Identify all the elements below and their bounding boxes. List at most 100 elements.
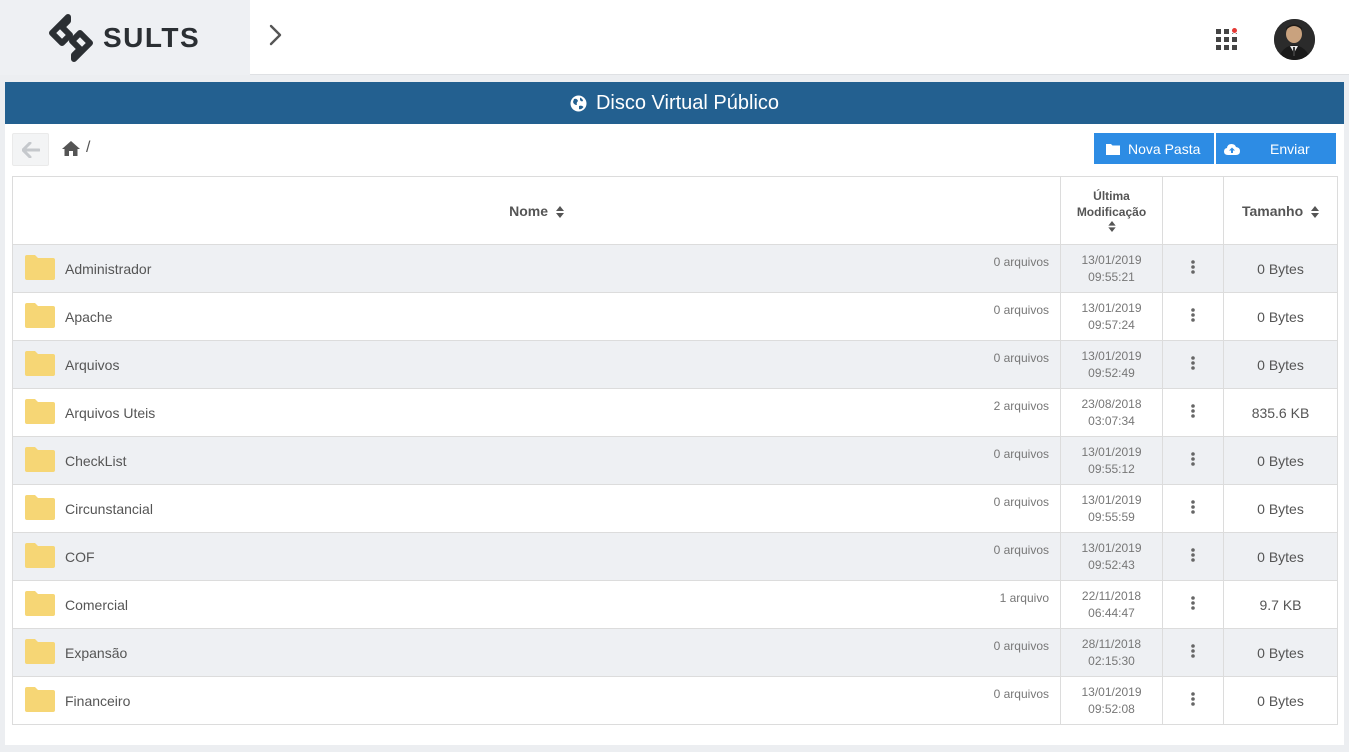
modified-cell: 13/01/2019 09:57:24: [1060, 292, 1163, 341]
file-name[interactable]: Apache: [65, 309, 112, 325]
file-name[interactable]: Arquivos: [65, 357, 119, 373]
file-name[interactable]: COF: [65, 549, 95, 565]
more-vertical-icon: [1191, 260, 1195, 274]
row-menu-button[interactable]: [1162, 628, 1224, 677]
apps-grid-icon[interactable]: [1216, 27, 1238, 51]
table-row[interactable]: Comercial 1 arquivo 22/11/2018 06:44:47 …: [12, 580, 1338, 629]
file-name-cell[interactable]: Circunstancial 0 arquivos: [12, 484, 1061, 533]
table-row[interactable]: CheckList 0 arquivos 13/01/2019 09:55:12…: [12, 436, 1338, 485]
modified-cell: 13/01/2019 09:55:12: [1060, 436, 1163, 485]
folder-icon: [1106, 143, 1120, 155]
row-menu-button[interactable]: [1162, 244, 1224, 293]
file-count: 0 arquivos: [993, 687, 1049, 701]
file-name[interactable]: Expansão: [65, 645, 127, 661]
file-name-cell[interactable]: CheckList 0 arquivos: [12, 436, 1061, 485]
size-cell: 0 Bytes: [1223, 340, 1338, 389]
logo[interactable]: SULTS: [0, 0, 250, 75]
folder-icon: [25, 255, 55, 280]
arrow-left-icon: [21, 141, 40, 158]
file-name-cell[interactable]: Apache 0 arquivos: [12, 292, 1061, 341]
table-row[interactable]: Arquivos 0 arquivos 13/01/2019 09:52:49 …: [12, 340, 1338, 389]
row-menu-button[interactable]: [1162, 580, 1224, 629]
file-name[interactable]: Circunstancial: [65, 501, 153, 517]
modified-time: 03:07:34: [1088, 413, 1135, 428]
more-vertical-icon: [1191, 644, 1195, 658]
sort-icon: [1311, 205, 1320, 218]
column-name-label: Nome: [509, 202, 548, 219]
user-avatar[interactable]: [1274, 19, 1315, 60]
size-cell: 835.6 KB: [1223, 388, 1338, 437]
modified-time: 02:15:30: [1088, 653, 1135, 668]
row-menu-button[interactable]: [1162, 436, 1224, 485]
back-button[interactable]: [12, 133, 49, 166]
modified-date: 22/11/2018: [1081, 588, 1142, 603]
folder-icon: [25, 447, 55, 472]
table-row[interactable]: Apache 0 arquivos 13/01/2019 09:57:24 0 …: [12, 292, 1338, 341]
modified-cell: 13/01/2019 09:55:59: [1060, 484, 1163, 533]
file-name-cell[interactable]: COF 0 arquivos: [12, 532, 1061, 581]
new-folder-button[interactable]: Nova Pasta: [1094, 133, 1214, 164]
column-header-modified[interactable]: Última Modificação: [1060, 176, 1163, 245]
row-menu-button[interactable]: [1162, 292, 1224, 341]
file-count: 0 arquivos: [993, 255, 1049, 269]
file-name[interactable]: Comercial: [65, 597, 128, 613]
cloud-upload-icon: [1224, 143, 1240, 155]
table-row[interactable]: Financeiro 0 arquivos 13/01/2019 09:52:0…: [12, 676, 1338, 725]
file-size: 0 Bytes: [1257, 692, 1304, 709]
row-menu-button[interactable]: [1162, 340, 1224, 389]
modified-cell: 13/01/2019 09:55:21: [1060, 244, 1163, 293]
file-count: 0 arquivos: [993, 639, 1049, 653]
table-row[interactable]: Administrador 0 arquivos 13/01/2019 09:5…: [12, 244, 1338, 293]
file-name-cell[interactable]: Arquivos 0 arquivos: [12, 340, 1061, 389]
column-modified-label-1: Última: [1093, 188, 1130, 203]
file-size: 0 Bytes: [1257, 308, 1304, 325]
folder-icon: [25, 303, 55, 328]
file-name-cell[interactable]: Comercial 1 arquivo: [12, 580, 1061, 629]
table-row[interactable]: COF 0 arquivos 13/01/2019 09:52:43 0 Byt…: [12, 532, 1338, 581]
file-size: 0 Bytes: [1257, 644, 1304, 661]
notification-dot: [1231, 27, 1238, 34]
file-size: 0 Bytes: [1257, 452, 1304, 469]
more-vertical-icon: [1191, 692, 1195, 706]
folder-icon: [25, 687, 55, 712]
sort-icon: [555, 205, 564, 218]
more-vertical-icon: [1191, 308, 1195, 322]
folder-icon: [25, 495, 55, 520]
modified-date: 28/11/2018: [1081, 636, 1142, 651]
modified-time: 06:44:47: [1088, 605, 1135, 620]
file-size: 0 Bytes: [1257, 260, 1304, 277]
column-header-name[interactable]: Nome: [12, 176, 1061, 245]
file-name[interactable]: CheckList: [65, 453, 126, 469]
row-menu-button[interactable]: [1162, 388, 1224, 437]
file-name-cell[interactable]: Financeiro 0 arquivos: [12, 676, 1061, 725]
sults-logo-icon: [49, 14, 93, 62]
size-cell: 0 Bytes: [1223, 676, 1338, 725]
upload-button[interactable]: Enviar: [1216, 133, 1336, 164]
folder-icon: [25, 639, 55, 664]
row-menu-button[interactable]: [1162, 676, 1224, 725]
page-title: Disco Virtual Público: [5, 82, 1344, 124]
row-menu-button[interactable]: [1162, 532, 1224, 581]
file-name-cell[interactable]: Expansão 0 arquivos: [12, 628, 1061, 677]
file-name-cell[interactable]: Arquivos Uteis 2 arquivos: [12, 388, 1061, 437]
table-row[interactable]: Circunstancial 0 arquivos 13/01/2019 09:…: [12, 484, 1338, 533]
globe-icon: [570, 95, 587, 111]
column-header-size[interactable]: Tamanho: [1223, 176, 1338, 245]
modified-time: 09:55:12: [1088, 461, 1135, 476]
more-vertical-icon: [1191, 404, 1195, 418]
home-icon[interactable]: [62, 141, 80, 156]
table-row[interactable]: Arquivos Uteis 2 arquivos 23/08/2018 03:…: [12, 388, 1338, 437]
file-name[interactable]: Financeiro: [65, 693, 130, 709]
modified-time: 09:55:21: [1088, 269, 1135, 284]
new-folder-label: Nova Pasta: [1128, 140, 1201, 157]
file-name-cell[interactable]: Administrador 0 arquivos: [12, 244, 1061, 293]
folder-icon: [25, 351, 55, 376]
file-count: 2 arquivos: [993, 399, 1049, 413]
chevron-right-icon[interactable]: [268, 24, 284, 46]
row-menu-button[interactable]: [1162, 484, 1224, 533]
file-name[interactable]: Administrador: [65, 261, 151, 277]
file-name[interactable]: Arquivos Uteis: [65, 405, 155, 421]
size-cell: 0 Bytes: [1223, 532, 1338, 581]
modified-cell: 13/01/2019 09:52:43: [1060, 532, 1163, 581]
table-row[interactable]: Expansão 0 arquivos 28/11/2018 02:15:30 …: [12, 628, 1338, 677]
